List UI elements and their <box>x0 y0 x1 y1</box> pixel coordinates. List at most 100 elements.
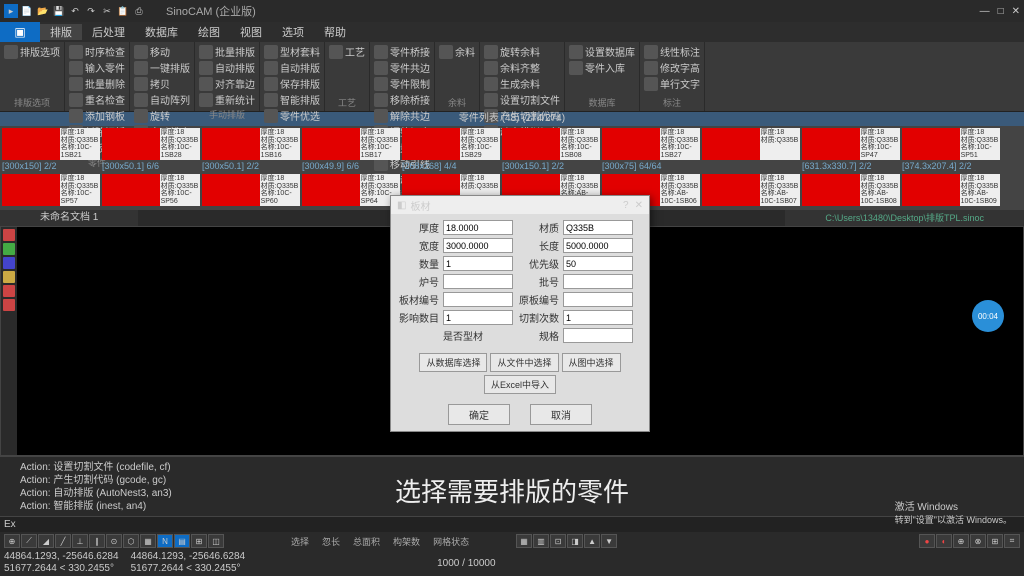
ribbon-button[interactable]: 批量排版 <box>199 44 255 59</box>
ribbon-button[interactable]: 移动 <box>134 44 190 59</box>
cutqty-input[interactable] <box>443 310 513 325</box>
ribbon-button[interactable]: 设置切割文件 <box>484 92 560 107</box>
part-thumbnail[interactable]: 厚度:18材质:Q335B名称:10C-1SB16[300x50.1] 2/2 <box>202 128 300 172</box>
menu-tab[interactable]: 排版 <box>40 24 82 40</box>
ribbon-button[interactable]: 自动排版 <box>199 60 255 75</box>
source-button[interactable]: 从文件中选择 <box>490 353 558 372</box>
part-thumbnail[interactable]: 厚度:18材质:Q335B名称:AB-10C-1SB08 <box>802 174 900 208</box>
menu-tab[interactable]: 绘图 <box>188 24 230 40</box>
plateid-input[interactable] <box>443 292 513 307</box>
qat-icon[interactable]: ▸ <box>4 4 18 18</box>
ribbon-button[interactable]: 零件优选 <box>264 108 320 123</box>
ribbon-button[interactable]: 移除桥接 <box>374 92 430 107</box>
origid-input[interactable] <box>563 292 633 307</box>
ribbon-button[interactable]: 自动排版 <box>264 60 320 75</box>
status-icon[interactable]: ● <box>919 534 935 548</box>
status-icon[interactable]: ▲ <box>584 534 600 548</box>
ribbon-button[interactable]: 余料齐整 <box>484 60 560 75</box>
part-thumbnail[interactable]: 厚度:18材质:Q335B名称:10C-SP57 <box>2 174 100 208</box>
status-icon[interactable]: ⊕ <box>953 534 969 548</box>
maximize-icon[interactable]: □ <box>998 6 1004 17</box>
ribbon-button[interactable]: 排版选项 <box>4 44 60 59</box>
part-thumbnail[interactable]: 厚度:18材质:Q335B名称:10C-1SB29[268x268] 4/4 <box>402 128 500 172</box>
menu-tab[interactable]: 选项 <box>272 24 314 40</box>
ribbon-button[interactable]: 设置数据库 <box>569 44 635 59</box>
ribbon-button[interactable]: 零件入库 <box>569 60 635 75</box>
part-thumbnail[interactable]: 厚度:18材质:Q335B名称:10C-1SB17[300x49.9] 6/6 <box>302 128 400 172</box>
part-thumbnail[interactable]: 厚度:18材质:Q335B名称:AB-10C-1SB07 <box>702 174 800 208</box>
ribbon-button[interactable]: 单行文字 <box>644 76 700 91</box>
part-thumbnail[interactable]: 厚度:18材质:Q335B名称:AB-10C-1SB09 <box>902 174 1000 208</box>
ribbon-button[interactable]: 保存排版 <box>264 76 320 91</box>
status-icon[interactable]: ⊞ <box>987 534 1003 548</box>
ribbon-button[interactable]: 添加钢板 <box>69 108 125 123</box>
ribbon-button[interactable]: 旋转余料 <box>484 44 560 59</box>
menu-tab[interactable]: 视图 <box>230 24 272 40</box>
status-icon[interactable]: ╱ <box>55 534 71 548</box>
source-button[interactable]: 从图中选择 <box>562 353 621 372</box>
furnace-input[interactable] <box>443 274 513 289</box>
tool-icon[interactable] <box>3 243 15 255</box>
qat-new-icon[interactable]: 📄 <box>20 4 34 18</box>
minimize-icon[interactable]: — <box>980 6 990 17</box>
tool-icon[interactable] <box>3 257 15 269</box>
status-icon[interactable]: ▤ <box>174 534 190 548</box>
status-icon[interactable]: ⟋ <box>21 534 37 548</box>
tool-icon[interactable] <box>3 229 15 241</box>
qat-icon[interactable]: 📋 <box>116 4 130 18</box>
qty-input[interactable] <box>443 256 513 271</box>
length-input[interactable] <box>563 238 633 253</box>
status-icon[interactable]: ▥ <box>533 534 549 548</box>
ribbon-button[interactable]: 一键排版 <box>134 60 190 75</box>
status-icon[interactable]: ◨ <box>567 534 583 548</box>
part-thumbnail[interactable]: 厚度:18材质:Q335B名称:10C-1SB08[300x150.1] 2/2 <box>502 128 600 172</box>
status-icon[interactable]: ⊙ <box>106 534 122 548</box>
ribbon-button[interactable]: 时序检查 <box>69 44 125 59</box>
part-thumbnail[interactable]: 厚度:18材质:Q335B名称:10C-SP56 <box>102 174 200 208</box>
tool-icon[interactable] <box>3 299 15 311</box>
status-icon[interactable]: ▼ <box>601 534 617 548</box>
tool-icon[interactable] <box>3 285 15 297</box>
status-icon[interactable]: ▦ <box>516 534 532 548</box>
status-icon[interactable]: ◢ <box>38 534 54 548</box>
part-thumbnail[interactable]: 厚度:18材质:Q335B <box>702 128 800 172</box>
close-icon[interactable]: ✕ <box>635 200 643 211</box>
app-menu-button[interactable]: ▣ <box>0 22 40 42</box>
material-input[interactable] <box>563 220 633 235</box>
ribbon-button[interactable]: 工艺 <box>329 44 365 59</box>
ribbon-button[interactable]: 对齐靠边 <box>199 76 255 91</box>
qat-redo-icon[interactable]: ↷ <box>84 4 98 18</box>
part-thumbnail[interactable]: 厚度:18材质:Q335B名称:10C-SP47[631.3x330.7] 2/… <box>802 128 900 172</box>
ribbon-button[interactable]: 余料 <box>439 44 475 59</box>
status-icon[interactable]: ▦ <box>140 534 156 548</box>
menu-tab[interactable]: 后处理 <box>82 24 135 40</box>
source-button[interactable]: 从Excel中导入 <box>484 375 556 394</box>
ribbon-button[interactable]: 生成余料 <box>484 76 560 91</box>
cuttimes-input[interactable] <box>563 310 633 325</box>
part-thumbnail[interactable]: 厚度:18材质:Q335B名称:10C-SP51[374.3x207.4] 2/… <box>902 128 1000 172</box>
ribbon-button[interactable]: 重新统计 <box>199 92 255 107</box>
dialog-titlebar[interactable]: ◧ 板材 ?✕ <box>391 196 649 214</box>
status-icon[interactable]: ⌗ <box>1004 534 1020 548</box>
qat-undo-icon[interactable]: ↶ <box>68 4 82 18</box>
ribbon-button[interactable]: 零件限制 <box>374 76 430 91</box>
qat-icon[interactable]: ✂ <box>100 4 114 18</box>
width-input[interactable] <box>443 238 513 253</box>
part-thumbnail[interactable]: 厚度:18材质:Q335B名称:10C-1SB28[300x50.1] 6/6 <box>102 128 200 172</box>
ribbon-button[interactable]: 线性标注 <box>644 44 700 59</box>
status-icon[interactable]: ⊗ <box>970 534 986 548</box>
status-icon[interactable]: ⬡ <box>123 534 139 548</box>
qat-icon[interactable]: ⎙ <box>132 4 146 18</box>
tool-icon[interactable] <box>3 271 15 283</box>
menu-tab[interactable]: 数据库 <box>135 24 188 40</box>
ribbon-button[interactable]: 零件共边 <box>374 60 430 75</box>
ribbon-button[interactable]: 自动阵列 <box>134 92 190 107</box>
ribbon-button[interactable]: 拷贝 <box>134 76 190 91</box>
ribbon-button[interactable]: 解除共边 <box>374 108 430 123</box>
help-icon[interactable]: ? <box>623 200 629 211</box>
thickness-input[interactable] <box>443 220 513 235</box>
part-thumbnail[interactable]: 厚度:18材质:Q335B名称:10C-1SB27[300x75] 64/64 <box>602 128 700 172</box>
ribbon-button[interactable]: 旋转 <box>134 108 190 123</box>
cancel-button[interactable]: 取消 <box>530 404 592 425</box>
status-icon[interactable]: N <box>157 534 173 548</box>
